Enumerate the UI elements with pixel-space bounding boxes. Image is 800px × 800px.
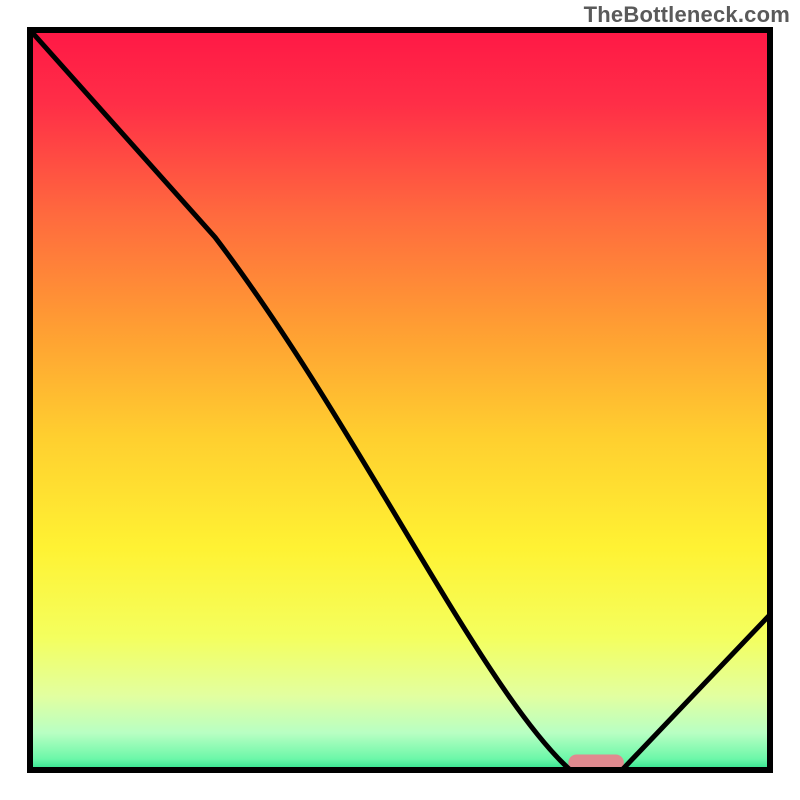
chart-frame: TheBottleneck.com [0, 0, 800, 800]
plot-area [30, 30, 770, 771]
gradient-background [30, 30, 770, 770]
watermark-text: TheBottleneck.com [584, 2, 790, 28]
line-chart [0, 0, 800, 800]
